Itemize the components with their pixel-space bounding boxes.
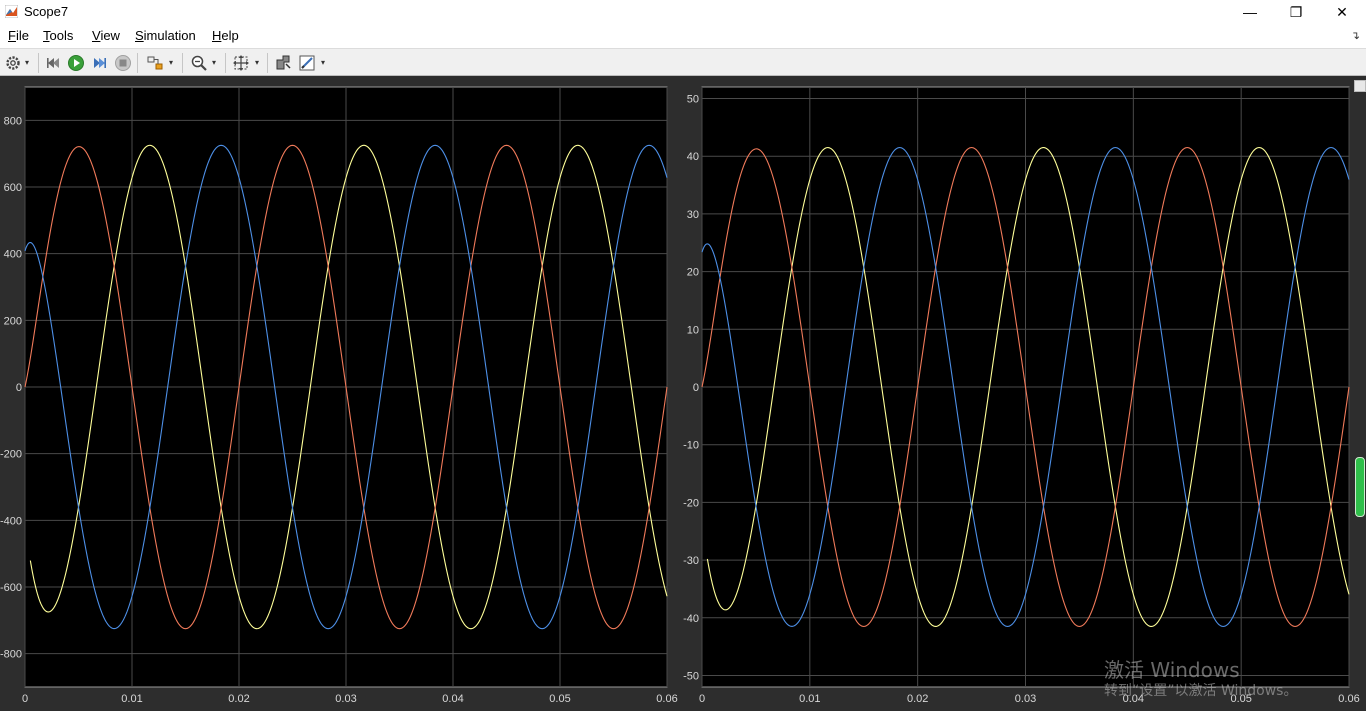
- x-tick-label: 0: [22, 693, 28, 705]
- x-tick-label: 0.01: [799, 693, 820, 705]
- toolbar-separator: [225, 53, 226, 73]
- menu-help-mnemonic: H: [212, 28, 222, 43]
- stop-icon[interactable]: [114, 54, 132, 72]
- x-tick-label: 0.05: [549, 693, 570, 705]
- scrollbar-thumb[interactable]: [1355, 457, 1365, 517]
- x-tick-label: 0: [699, 693, 705, 705]
- x-tick-label: 0.04: [442, 693, 463, 705]
- y-tick-label: -30: [683, 555, 699, 567]
- activation-watermark-title: 激活 Windows: [1104, 658, 1240, 682]
- menu-file-mnemonic: F: [8, 28, 16, 43]
- menu-tools[interactable]: Tools: [43, 28, 73, 43]
- x-tick-label: 0.02: [907, 693, 928, 705]
- toolbar-separator: [267, 53, 268, 73]
- menu-help[interactable]: Help: [212, 28, 239, 43]
- y-tick-label: -400: [0, 515, 22, 527]
- y-tick-label: 0: [693, 382, 699, 394]
- menu-view-label: iew: [100, 28, 120, 43]
- y-tick-label: -600: [0, 582, 22, 594]
- menu-help-label: elp: [221, 28, 239, 43]
- dock-arrow-icon[interactable]: ↴: [1351, 29, 1360, 42]
- y-tick-label: 30: [687, 209, 699, 221]
- toolbar-separator: [137, 53, 138, 73]
- x-tick-label: 0.01: [121, 693, 142, 705]
- y-tick-label: -200: [0, 449, 22, 461]
- highlight-block-icon[interactable]: [146, 54, 164, 72]
- step-forward-icon[interactable]: [90, 54, 108, 72]
- y-tick-label: 200: [4, 315, 22, 327]
- y-tick-label: -20: [683, 497, 699, 509]
- activation-watermark-subtitle: 转到“设置”以激活 Windows。: [1104, 683, 1298, 699]
- y-tick-label: -50: [683, 670, 699, 682]
- toolbar-separator: [182, 53, 183, 73]
- minimize-icon: —: [1243, 4, 1257, 20]
- window-title: Scope7: [24, 4, 69, 19]
- y-tick-label: -40: [683, 613, 699, 625]
- x-tick-label: 0.03: [335, 693, 356, 705]
- restore-icon: ❐: [1289, 3, 1303, 20]
- zoom-icon[interactable]: [190, 54, 208, 72]
- y-tick-label: 600: [4, 182, 22, 194]
- x-tick-label: 0.02: [228, 693, 249, 705]
- minimize-button[interactable]: —: [1227, 0, 1273, 24]
- scope-figure: 0 0.01 0.02 0.03 0.04 0.05 0.06 -800 -600 -400 -20…: [0, 76, 1366, 711]
- y-tick-label: -10: [683, 440, 699, 452]
- menu-bar: File Tools View Simulation Help ↴: [0, 24, 1366, 48]
- highlight-dropdown-icon[interactable]: ▾: [169, 58, 173, 67]
- scope-axes-2[interactable]: 0 0.01 0.02 0.03 0.04 0.05 0.06-50-40-30-20-10…: [683, 86, 1360, 705]
- settings-dropdown-icon[interactable]: ▾: [25, 58, 29, 67]
- y-tick-label: -800: [0, 649, 22, 661]
- x-tick-label: 0.03: [1015, 693, 1036, 705]
- undock-axes-button[interactable]: [1354, 80, 1366, 92]
- autoscale-dropdown-icon[interactable]: ▾: [255, 58, 259, 67]
- scope-axes-1[interactable]: 0 0.01 0.02 0.03 0.04 0.05 0.06 -800 -600 -400 -20…: [0, 86, 678, 705]
- run-icon[interactable]: [67, 54, 85, 72]
- gear-icon[interactable]: [4, 54, 22, 72]
- menu-file-label: ile: [15, 28, 29, 43]
- menu-simulation-label: imulation: [143, 28, 196, 43]
- menu-view[interactable]: View: [92, 28, 120, 43]
- y-tick-label: 800: [4, 115, 22, 127]
- y-tick-label: 50: [687, 94, 699, 106]
- menu-tools-label: ools: [49, 28, 74, 43]
- y-tick-label: 40: [687, 151, 699, 163]
- y-tick-label: 400: [4, 249, 22, 261]
- menu-simulation-mnemonic: S: [135, 28, 144, 43]
- menu-simulation[interactable]: Simulation: [135, 28, 196, 43]
- restore-button[interactable]: ❐: [1273, 0, 1319, 24]
- toolbar-separator: [38, 53, 39, 73]
- title-bar: Scope7 — ❐ ✕: [0, 0, 1366, 24]
- style-icon[interactable]: [298, 54, 316, 72]
- menu-file[interactable]: File: [8, 28, 29, 43]
- matlab-icon: [5, 5, 18, 18]
- style-dropdown-icon[interactable]: ▾: [321, 58, 325, 67]
- toolbar: ▾ ▾ ▾ ▾ ▾: [0, 48, 1366, 76]
- y-tick-label: 20: [687, 267, 699, 279]
- x-tick-label: 0.06: [656, 693, 677, 705]
- y-tick-label: 10: [687, 324, 699, 336]
- close-icon: ✕: [1336, 3, 1348, 20]
- zoom-dropdown-icon[interactable]: ▾: [212, 58, 216, 67]
- x-tick-label: 0.06: [1338, 693, 1359, 705]
- cursor-measure-icon[interactable]: [274, 54, 292, 72]
- close-button[interactable]: ✕: [1319, 0, 1365, 24]
- scope-plots: 0 0.01 0.02 0.03 0.04 0.05 0.06-800-600-400-20…: [0, 86, 1360, 705]
- autoscale-icon[interactable]: [232, 54, 250, 72]
- step-back-icon[interactable]: [45, 54, 63, 72]
- y-tick-label: 0: [16, 382, 22, 394]
